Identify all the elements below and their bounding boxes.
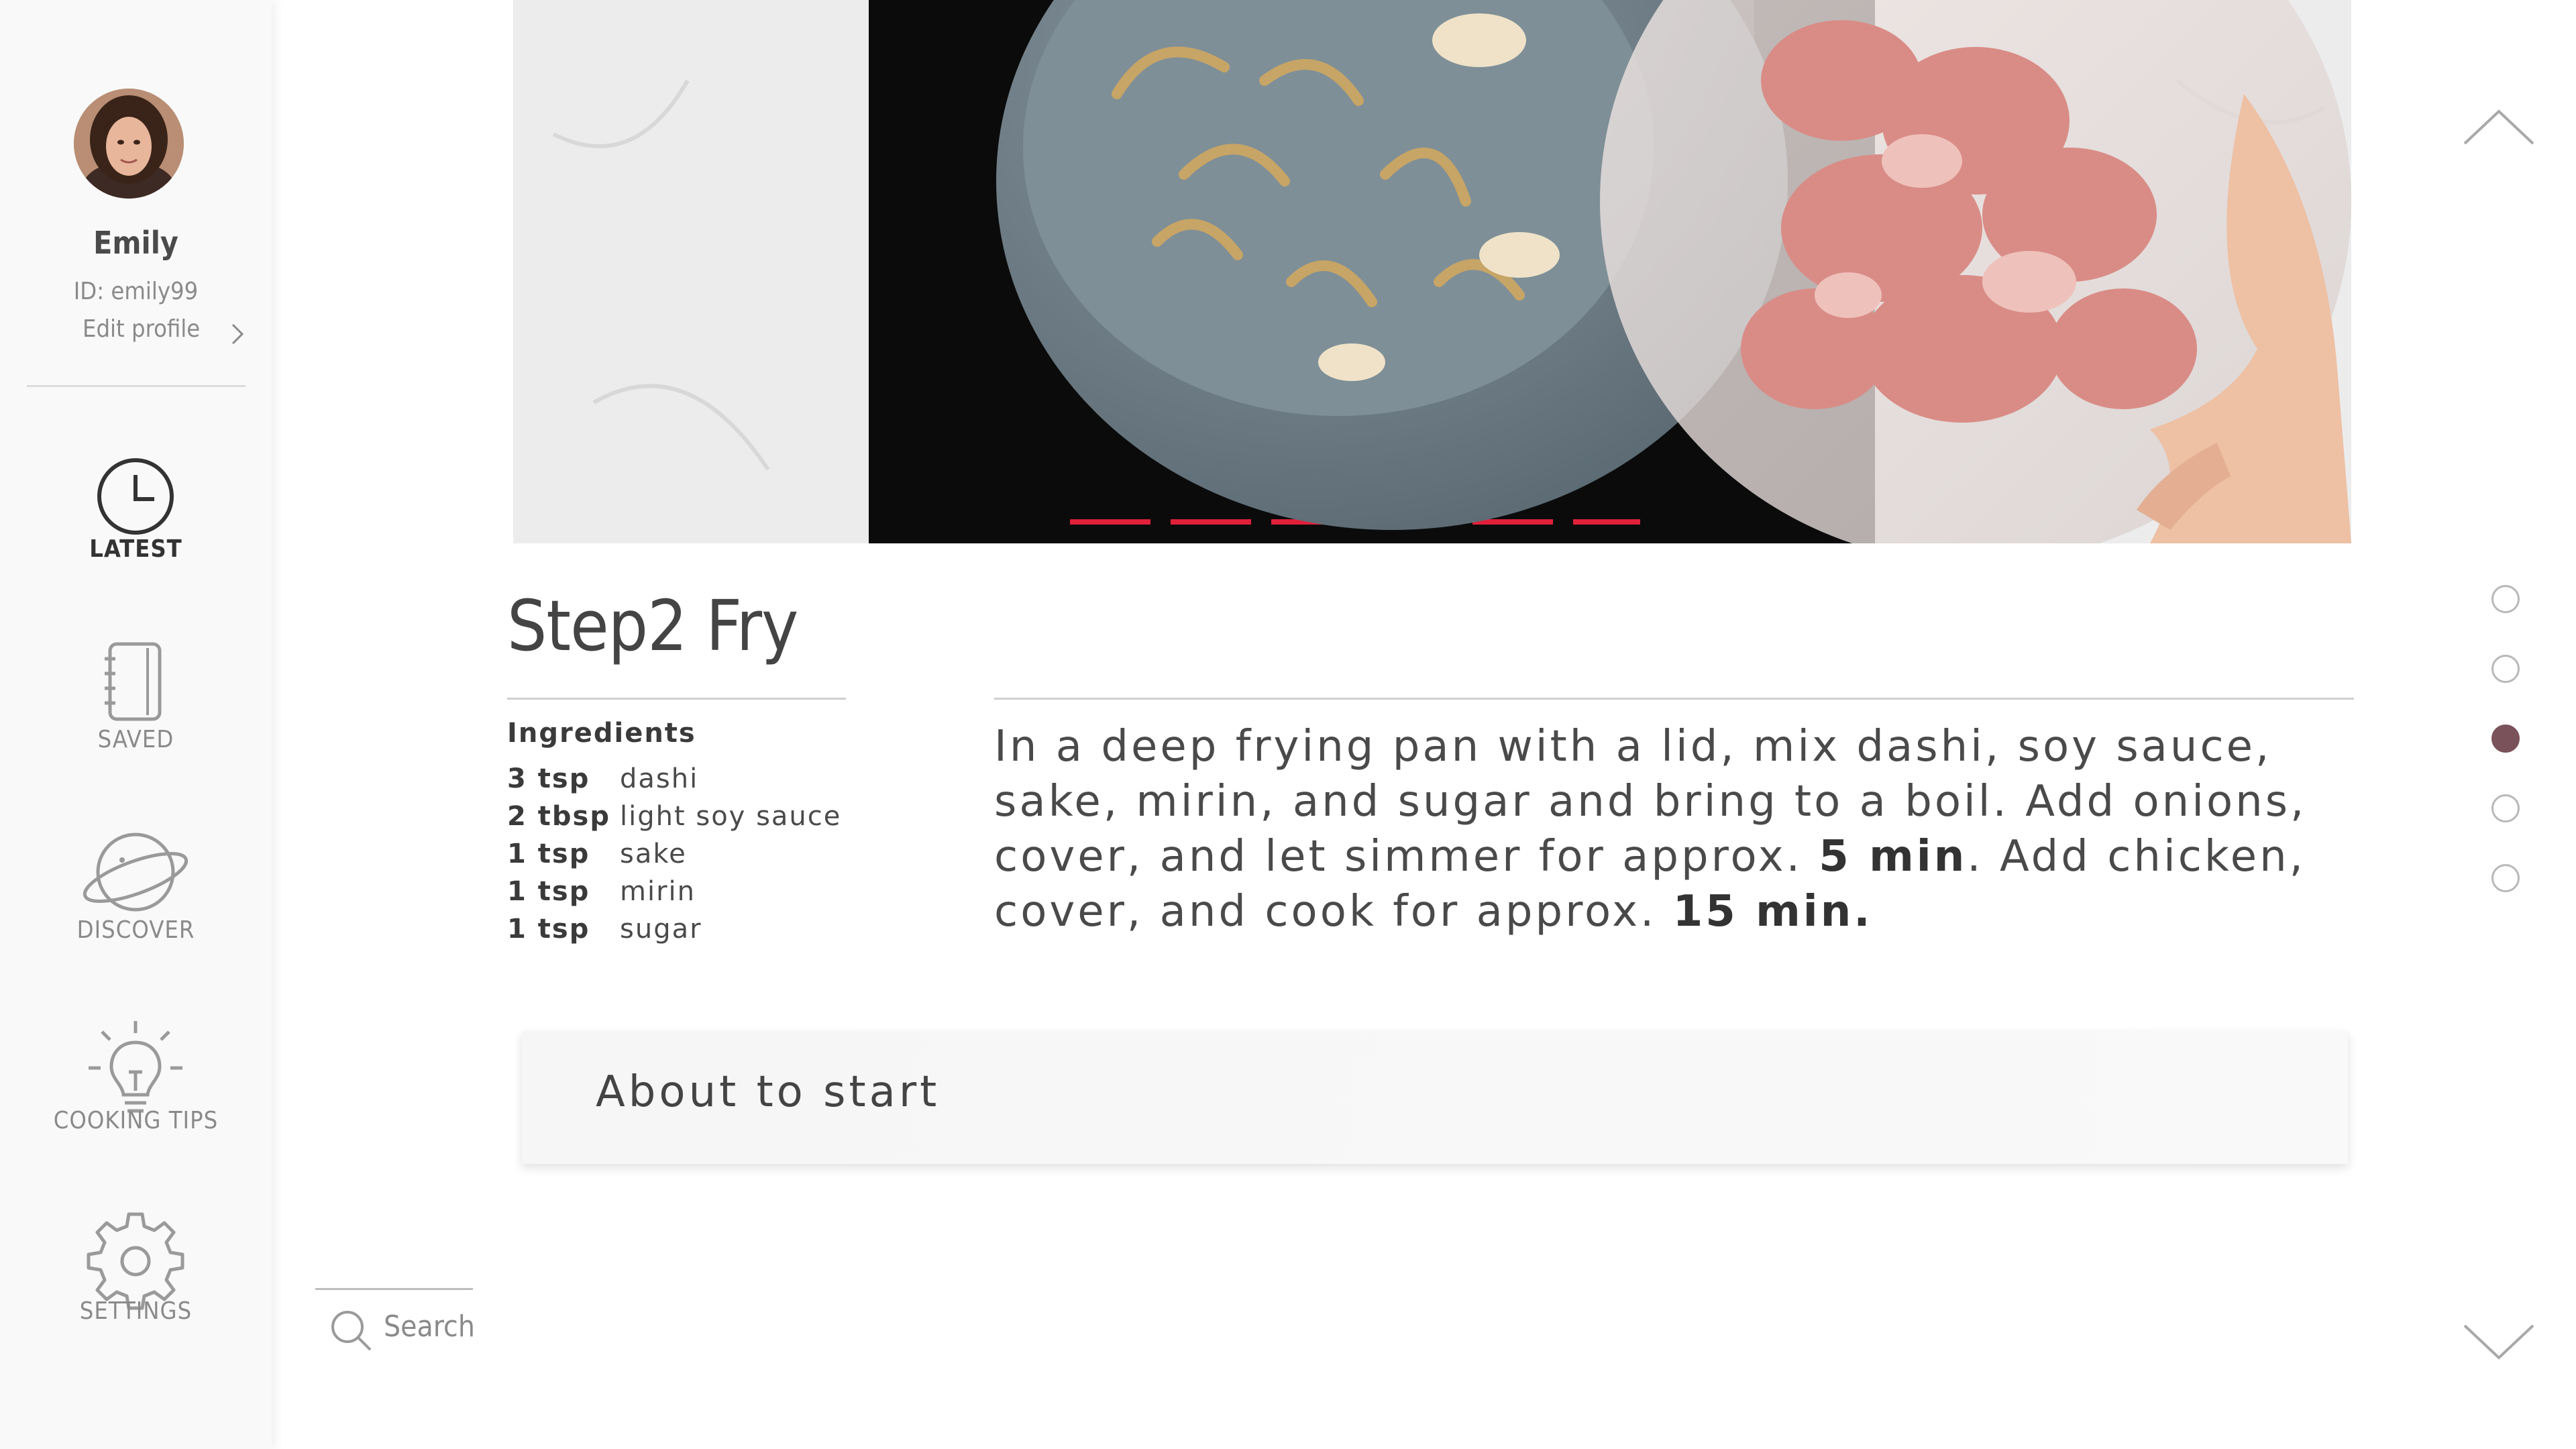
ingredient-name: sake xyxy=(620,839,687,869)
sidebar-divider xyxy=(27,385,246,387)
ingredients-heading: Ingredients xyxy=(507,718,696,749)
search-input[interactable]: Search xyxy=(315,1288,475,1362)
avatar[interactable] xyxy=(74,89,184,199)
user-id: ID: emily99 xyxy=(73,278,199,305)
ingredient-quantity: 1 tsp xyxy=(507,914,590,945)
step-status-bar[interactable]: About to start xyxy=(522,1031,2348,1164)
chevron-down-icon[interactable] xyxy=(2462,1315,2536,1368)
recipe-step-screen: Emily ID: emily99 Edit profile LATEST SA… xyxy=(0,0,2576,1449)
sidebar-item-settings[interactable]: SETTINGS xyxy=(0,1210,272,1378)
ingredient-quantity: 1 tsp xyxy=(507,876,590,907)
step-status-label: About to start xyxy=(596,1067,941,1117)
ingredient-name: mirin xyxy=(620,876,696,907)
ingredients-list: 3 tsp dashi 2 tbsp light soy sauce 1 tsp… xyxy=(507,763,883,951)
step-indicator-dot-active[interactable] xyxy=(2491,724,2520,753)
ingredient-row: 3 tsp dashi xyxy=(507,763,883,801)
sidebar-item-latest[interactable]: LATEST xyxy=(0,448,272,616)
sidebar-item-label: COOKING TIPS xyxy=(53,1107,219,1134)
step-instructions: In a deep frying pan with a lid, mix das… xyxy=(994,719,2363,939)
ingredient-name: dashi xyxy=(620,763,699,794)
ingredient-row: 1 tsp sugar xyxy=(507,914,883,951)
instruction-time: 5 min xyxy=(1819,832,1968,881)
step-photo xyxy=(513,0,2351,543)
divider xyxy=(507,698,846,700)
step-indicator-dot[interactable] xyxy=(2491,864,2520,892)
chevron-up-icon[interactable] xyxy=(2462,101,2536,154)
ingredient-row: 1 tsp mirin xyxy=(507,876,883,914)
sidebar-item-saved[interactable]: SAVED xyxy=(0,639,272,806)
ingredient-quantity: 1 tsp xyxy=(507,839,590,869)
instruction-time: 15 min. xyxy=(1672,887,1873,936)
ingredient-name: light soy sauce xyxy=(620,801,842,832)
step-indicator-dot[interactable] xyxy=(2491,585,2520,613)
divider xyxy=(994,698,2354,700)
step-indicator-dot[interactable] xyxy=(2491,794,2520,822)
user-name: Emily xyxy=(93,225,178,261)
edit-profile-label: Edit profile xyxy=(83,315,201,343)
search-icon xyxy=(331,1311,372,1351)
step-indicator-dot[interactable] xyxy=(2491,655,2520,683)
sidebar: Emily ID: emily99 Edit profile LATEST SA… xyxy=(0,0,272,1449)
search-underline xyxy=(315,1288,473,1290)
step-title: Step2 Fry xyxy=(507,585,798,667)
chevron-right-icon xyxy=(231,323,244,345)
sidebar-item-label: SETTINGS xyxy=(79,1297,193,1325)
sidebar-item-discover[interactable]: DISCOVER xyxy=(0,829,272,997)
ingredient-row: 1 tsp sake xyxy=(507,839,883,876)
edit-profile-link[interactable]: Edit profile xyxy=(40,315,255,352)
sidebar-item-label: DISCOVER xyxy=(76,916,195,944)
ingredient-name: sugar xyxy=(620,914,702,945)
search-placeholder: Search xyxy=(384,1309,475,1344)
sidebar-item-cooking-tips[interactable]: COOKING TIPS xyxy=(0,1020,272,1187)
ingredient-quantity: 3 tsp xyxy=(507,763,590,794)
ingredient-row: 2 tbsp light soy sauce xyxy=(507,801,883,839)
sidebar-item-label: SAVED xyxy=(97,726,174,753)
ingredient-quantity: 2 tbsp xyxy=(507,801,610,832)
sidebar-item-label: LATEST xyxy=(89,535,182,563)
